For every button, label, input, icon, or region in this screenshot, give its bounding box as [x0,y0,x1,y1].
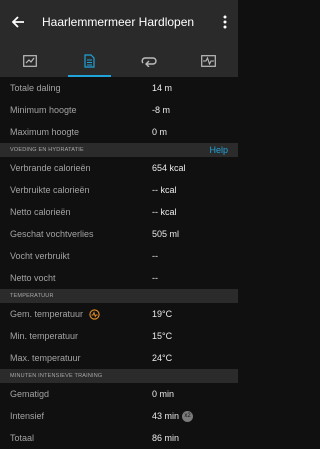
row-value: -- kcal [152,207,177,217]
row-value: 86 min [152,433,180,443]
row-value: -- [152,273,158,283]
row-fluid-consumed[interactable]: Vocht verbruikt -- [0,245,238,267]
page-title: Haarlemmermeer Hardlopen [42,15,195,29]
more-options-button[interactable] [212,0,238,44]
row-label-text: Gem. temperatuur [10,309,84,319]
tab-details[interactable] [60,44,120,77]
row-label: Totaal [10,433,35,443]
chart-icon [22,54,37,67]
row-value: -8 m [152,105,170,115]
row-label: Gematigd [10,389,50,399]
section-title: VOEDING EN HYDRATATIE [10,147,84,153]
row-label: Maximum hoogte [10,127,80,137]
section-title: TEMPERATUUR [10,293,54,299]
row-value-text: 43 min [152,411,180,421]
section-intensity-header: MINUTEN INTENSIEVE TRAINING [0,369,238,383]
row-net-calories: Netto calorieën -- kcal [0,201,238,223]
tab-graph[interactable] [179,44,239,77]
section-temperature-header: TEMPERATUUR [0,289,238,303]
row-label: Verbrande calorieën [10,163,91,173]
row-value: 19°C [152,309,173,319]
row-label: Gem. temperatuur [0,308,152,320]
row-value: 0 min [152,389,175,399]
section-nutrition-header: VOEDING EN HYDRATATIE Help [0,143,238,157]
row-calories-consumed[interactable]: Verbruikte calorieën -- kcal [0,179,238,201]
row-value: 0 m [152,127,168,137]
row-moderate-minutes: Gematigd 0 min [0,383,238,405]
row-total-descent: Totale daling 14 m [0,77,238,99]
more-vert-icon [223,15,227,29]
row-vigorous-minutes: Intensief 43 min x2 [0,405,238,427]
row-value: 505 ml [152,229,180,239]
row-value: -- [152,251,158,261]
row-value: 15°C [152,331,173,341]
heat-warning-icon[interactable] [89,308,100,320]
row-label: Geschat vochtverlies [10,229,94,239]
row-max-temperature: Max. temperatuur 24°C [0,347,238,369]
row-net-fluid: Netto vocht -- [0,267,238,289]
activity-details: Totale daling 14 m Minimum hoogte -8 m M… [0,77,238,449]
back-button[interactable] [0,0,36,44]
row-label: Minimum hoogte [10,105,77,115]
section-title: MINUTEN INTENSIEVE TRAINING [10,373,103,379]
multiplier-badge: x2 [182,410,194,422]
row-avg-temperature: Gem. temperatuur 19°C [0,303,238,325]
heart-rate-graph-icon [200,54,216,67]
row-label: Vocht verbruikt [10,251,70,261]
document-icon [84,53,95,68]
row-value: -- kcal [152,185,177,195]
tab-bar [0,44,238,77]
row-min-elevation: Minimum hoogte -8 m [0,99,238,121]
help-link[interactable]: Help [209,145,228,155]
row-min-temperature: Min. temperatuur 15°C [0,325,238,347]
tab-chart[interactable] [0,44,60,77]
row-label: Min. temperatuur [10,331,79,341]
row-value: 654 kcal [152,163,186,173]
app-bar: Haarlemmermeer Hardlopen [0,0,238,44]
row-calories-burned: Verbrande calorieën 654 kcal [0,157,238,179]
back-arrow-icon [11,16,24,28]
row-total-minutes: Totaal 86 min [0,427,238,449]
row-label: Totale daling [10,83,61,93]
row-label: Verbruikte calorieën [10,185,90,195]
row-max-elevation: Maximum hoogte 0 m [0,121,238,143]
laps-icon [141,56,157,67]
row-value: 43 min x2 [152,410,238,422]
row-sweat-loss: Geschat vochtverlies 505 ml [0,223,238,245]
row-label: Netto vocht [10,273,56,283]
row-value: 14 m [152,83,173,93]
row-label: Max. temperatuur [10,353,81,363]
tab-laps[interactable] [119,44,179,77]
row-label: Intensief [10,411,45,421]
row-value: 24°C [152,353,173,363]
row-label: Netto calorieën [10,207,71,217]
